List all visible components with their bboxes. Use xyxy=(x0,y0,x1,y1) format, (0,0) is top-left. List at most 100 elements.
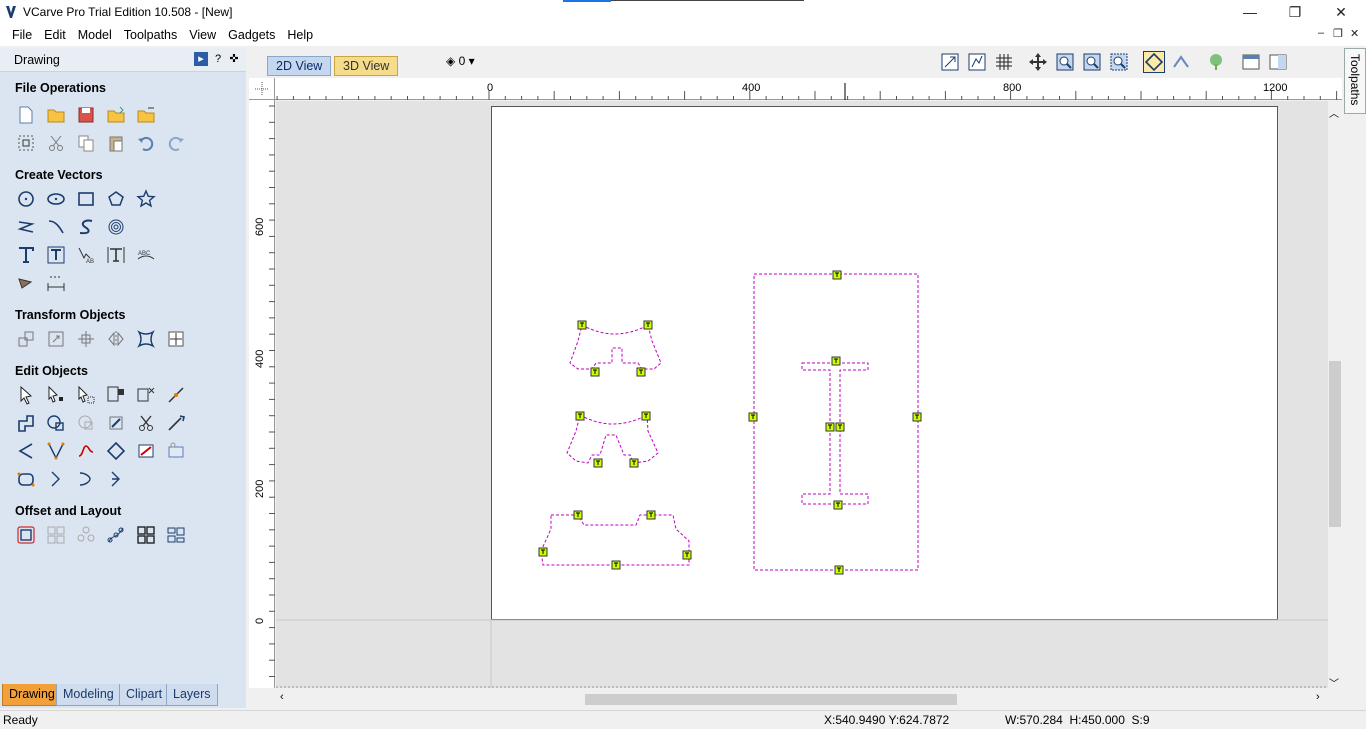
copy-along-vectors-icon[interactable] xyxy=(105,524,127,546)
select-icon[interactable] xyxy=(15,384,37,406)
new-file-icon[interactable] xyxy=(15,104,37,126)
horizontal-scrollbar[interactable]: ‹ › xyxy=(276,690,1328,708)
autoscale-text-icon[interactable] xyxy=(45,244,67,266)
fingerprint-icon[interactable] xyxy=(105,216,127,238)
redo-icon[interactable] xyxy=(165,132,187,154)
close-button[interactable]: ✕ xyxy=(1318,0,1364,24)
chevron-icon[interactable] xyxy=(105,468,127,490)
undo-icon[interactable] xyxy=(135,132,157,154)
node-handle[interactable] xyxy=(575,411,585,421)
extend-icon[interactable] xyxy=(165,412,187,434)
node-edit-icon[interactable] xyxy=(45,384,67,406)
import-bitmap-icon[interactable] xyxy=(135,104,157,126)
node-handle[interactable] xyxy=(577,320,587,330)
node-handle[interactable] xyxy=(835,422,845,432)
node-handle[interactable] xyxy=(636,367,646,377)
move-icon[interactable] xyxy=(15,328,37,350)
drawing-canvas[interactable] xyxy=(276,101,1328,688)
rotate-copy-icon[interactable] xyxy=(75,524,97,546)
tab-2d-view[interactable]: 2D View xyxy=(267,56,332,76)
vector-part-top[interactable] xyxy=(569,324,662,370)
paste-icon[interactable] xyxy=(105,132,127,154)
tab-3d-view[interactable]: 3D View xyxy=(334,56,399,76)
mdi-restore-button[interactable]: ❐ xyxy=(1333,27,1343,40)
ruler-corner[interactable] xyxy=(249,78,275,100)
node-handle[interactable] xyxy=(573,510,583,520)
menu-model[interactable]: Model xyxy=(72,24,118,46)
trace-bitmap-icon[interactable] xyxy=(15,272,37,294)
circle-icon[interactable] xyxy=(15,188,37,210)
menu-toolpaths[interactable]: Toolpaths xyxy=(118,24,184,46)
auto-layout-text-icon[interactable] xyxy=(105,244,127,266)
toolpaths-side-tab[interactable]: Toolpaths xyxy=(1344,48,1366,114)
align-icon[interactable] xyxy=(75,328,97,350)
fillet-icon[interactable] xyxy=(105,412,127,434)
bitmap-edit-icon[interactable] xyxy=(135,440,157,462)
layer-dropdown[interactable]: ◈ 0 ▾ xyxy=(446,54,475,68)
group-icon[interactable] xyxy=(105,384,127,406)
ellipse-icon[interactable] xyxy=(45,188,67,210)
node-handle[interactable] xyxy=(831,356,841,366)
scroll-down-arrow-icon[interactable]: ﹀ xyxy=(1329,675,1339,690)
snap-icon[interactable] xyxy=(966,51,988,73)
ungroup-icon[interactable] xyxy=(135,384,157,406)
zoom-extents-icon[interactable] xyxy=(939,51,961,73)
node-handle[interactable] xyxy=(593,458,603,468)
polyline-icon[interactable] xyxy=(15,216,37,238)
menu-gadgets[interactable]: Gadgets xyxy=(222,24,281,46)
offset-icon[interactable] xyxy=(15,524,37,546)
layer-icon[interactable] xyxy=(165,440,187,462)
show-toolpaths-icon[interactable] xyxy=(1170,51,1192,73)
node-handle[interactable] xyxy=(834,565,844,575)
vector-part-middle[interactable] xyxy=(566,414,659,464)
panel-autohide-icon[interactable]: ▸ xyxy=(194,52,208,66)
tab-drawing[interactable]: Drawing xyxy=(2,684,62,706)
pan-icon[interactable] xyxy=(1027,51,1049,73)
vertical-scroll-thumb[interactable] xyxy=(1329,361,1341,527)
menu-help[interactable]: Help xyxy=(281,24,319,46)
menu-view[interactable]: View xyxy=(183,24,222,46)
node-handle[interactable] xyxy=(912,412,922,422)
zoom-box-icon[interactable] xyxy=(1108,51,1130,73)
tab-modeling[interactable]: Modeling xyxy=(56,684,121,706)
layout-right-icon[interactable] xyxy=(1267,51,1289,73)
copy-icon[interactable] xyxy=(75,132,97,154)
import-vectors-icon[interactable] xyxy=(105,104,127,126)
set-size-icon[interactable] xyxy=(45,328,67,350)
node-handle[interactable] xyxy=(611,560,621,570)
layout-left-icon[interactable] xyxy=(1240,51,1262,73)
intersect-icon[interactable] xyxy=(75,412,97,434)
vector-outer-rectangle[interactable] xyxy=(753,273,919,571)
mirror-icon[interactable] xyxy=(105,328,127,350)
close-vector-icon[interactable] xyxy=(105,440,127,462)
node-handle[interactable] xyxy=(833,500,843,510)
array-copy-icon[interactable] xyxy=(45,524,67,546)
mdi-close-button[interactable]: ✕ xyxy=(1350,27,1359,40)
curve-icon[interactable] xyxy=(75,216,97,238)
text-on-curve-icon[interactable]: AB xyxy=(75,244,97,266)
tab-clipart[interactable]: Clipart xyxy=(119,684,170,706)
vertical-scrollbar[interactable]: ︿ ﹀ xyxy=(1328,101,1342,691)
arc-icon[interactable] xyxy=(45,216,67,238)
subtract-icon[interactable] xyxy=(45,412,67,434)
nesting-parts-icon[interactable] xyxy=(165,524,187,546)
text-icon[interactable] xyxy=(15,244,37,266)
zoom-in-icon[interactable] xyxy=(1054,51,1076,73)
node-handle[interactable] xyxy=(590,367,600,377)
tree-icon[interactable] xyxy=(1205,51,1227,73)
mdi-minimize-button[interactable]: – xyxy=(1318,27,1324,39)
join-icon[interactable] xyxy=(165,384,187,406)
show-vectors-icon[interactable] xyxy=(1143,51,1165,73)
node-handles[interactable] xyxy=(538,270,922,575)
minimize-button[interactable]: — xyxy=(1227,0,1273,24)
select-all-icon[interactable] xyxy=(15,132,37,154)
distort-icon[interactable] xyxy=(135,328,157,350)
smooth-icon[interactable] xyxy=(15,440,37,462)
arrow-icon[interactable] xyxy=(75,468,97,490)
open-file-icon[interactable] xyxy=(45,104,67,126)
vector-part-bottom[interactable] xyxy=(540,514,690,566)
node-handle[interactable] xyxy=(646,510,656,520)
fillet-corner-icon[interactable] xyxy=(45,440,67,462)
scroll-up-arrow-icon[interactable]: ︿ xyxy=(1329,105,1339,120)
center-icon[interactable] xyxy=(165,328,187,350)
